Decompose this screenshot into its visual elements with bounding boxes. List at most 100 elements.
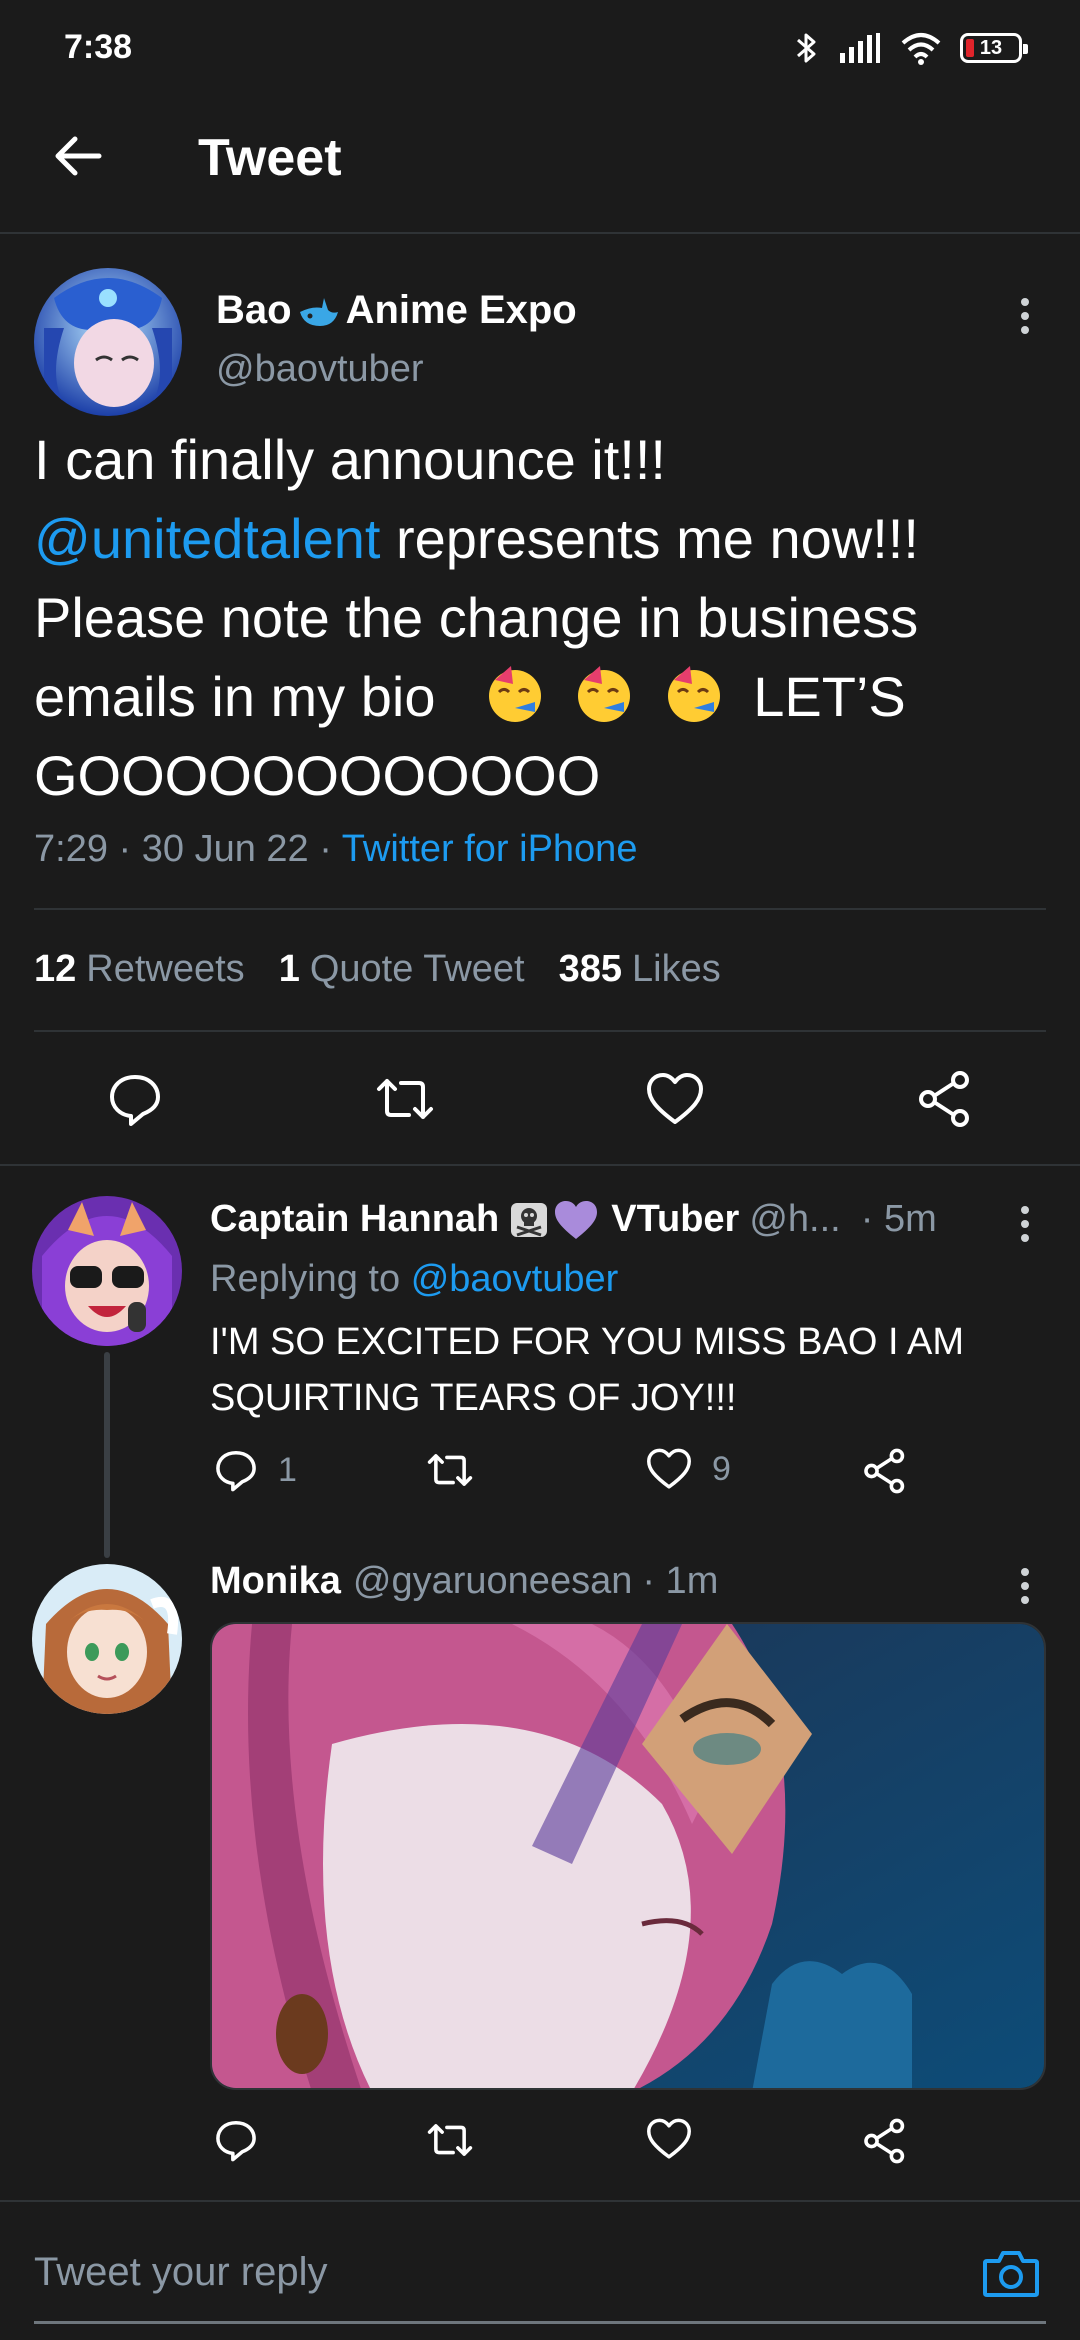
share-icon [864, 2118, 905, 2164]
reply-author-handle[interactable]: @h... [749, 1198, 840, 1241]
reply-avatar[interactable] [32, 1196, 182, 1346]
reply-input-underline [34, 2321, 1046, 2324]
reply-like-button[interactable]: 9 [646, 1448, 731, 1490]
quotes-stat[interactable]: 1 Quote Tweet [279, 948, 525, 991]
reply-avatar-image [32, 1196, 182, 1346]
reply-retweet-button[interactable] [426, 1448, 474, 1492]
camera-button[interactable] [978, 2240, 1044, 2306]
wifi-icon [901, 33, 941, 65]
anime-meme-image [212, 1624, 1044, 2088]
heart-icon [647, 1073, 703, 1124]
tweet-line-1: I can finally announce it!!! [34, 428, 666, 491]
thread-line [104, 1352, 110, 1558]
tweet-line-4-text: emails in my bio [34, 665, 436, 728]
likes-label: Likes [632, 948, 721, 990]
purple-heart-icon [555, 1200, 598, 1239]
reply-text: I'M SO EXCITED FOR YOU MISS BAO I AM SQU… [210, 1314, 1030, 1426]
retweet-button[interactable] [370, 1064, 440, 1134]
tweet-source-link[interactable]: Twitter for iPhone [342, 828, 638, 870]
reply-reply-button[interactable]: 1 [214, 1448, 297, 1492]
mention-link[interactable]: @unitedtalent [34, 507, 380, 570]
share-icon [919, 1071, 969, 1127]
more-options-button[interactable] [1005, 286, 1045, 346]
reply-author-name[interactable]: Monika [210, 1560, 341, 1603]
reply-reply-button[interactable] [214, 2118, 258, 2162]
author-name-suffix: Anime Expo [345, 288, 577, 332]
reply-header: Monika @gyaruoneesan · 1m [210, 1560, 718, 1603]
reply-time: · 1m [642, 1560, 719, 1602]
reply-author-suffix: VTuber [611, 1198, 740, 1240]
tweet-line-2: @unitedtalent represents me now!!! [34, 499, 1044, 578]
partying-face-emoji-icon [667, 666, 720, 722]
reply-button[interactable] [100, 1064, 170, 1134]
reply-author-name[interactable]: Captain Hannah [210, 1198, 499, 1241]
reply-actions: 1 9 [210, 1448, 930, 1508]
retweets-stat[interactable]: 12 Retweets [34, 948, 245, 991]
reply-icon [216, 2120, 256, 2162]
author-avatar-image [34, 268, 182, 416]
bluetooth-icon [797, 33, 816, 63]
top-bar: Tweet [0, 100, 1080, 234]
skull-crossbones-icon [511, 1202, 548, 1237]
reply-more-button[interactable] [1005, 1556, 1045, 1616]
battery-icon: 13 [960, 33, 1028, 63]
partying-face-emoji-icon [488, 666, 541, 722]
status-time: 7:38 [64, 28, 133, 66]
tweet-line-5: GOOOOOOOOOOOO [34, 744, 601, 807]
page-title: Tweet [198, 129, 342, 187]
likes-stat[interactable]: 385 Likes [559, 948, 721, 991]
tweet-line-3: Please note the change in business [34, 586, 919, 649]
replying-to-label: Replying to [210, 1258, 401, 1300]
more-dot-icon [1021, 1568, 1029, 1576]
divider [34, 1030, 1046, 1032]
reply-avatar-image [32, 1564, 182, 1714]
reply-author-handle[interactable]: @gyaruoneesan [353, 1560, 632, 1603]
reply-like-count: 9 [712, 1449, 731, 1488]
share-icon [864, 1448, 905, 1494]
tweet-time: 7:29 [34, 828, 108, 870]
reply-header: Captain Hannah VTuber @h... · 5m [210, 1198, 937, 1241]
replying-to: Replying to @baovtuber [210, 1258, 618, 1301]
whale-emoji-icon [299, 297, 338, 326]
status-bar: 7:38 13 [0, 0, 1080, 100]
reply-like-button[interactable] [646, 2118, 692, 2160]
author-handle[interactable]: @baovtuber [216, 348, 424, 391]
retweets-count: 12 [34, 948, 77, 990]
back-button[interactable] [46, 124, 110, 188]
retweet-icon [427, 1454, 473, 1486]
quotes-label: Quote Tweet [309, 948, 525, 990]
reply-text-line-2: SQUIRTING TEARS OF JOY!!! [210, 1377, 737, 1419]
back-arrow-icon [55, 136, 102, 176]
divider [0, 1164, 1080, 1166]
reply-share-button[interactable] [862, 2118, 908, 2164]
replying-to-link[interactable]: @baovtuber [411, 1258, 619, 1300]
likes-count: 385 [558, 948, 623, 990]
reply-media-image[interactable] [210, 1622, 1046, 2090]
tweet-line-4: emails in my bio LET’S [34, 657, 1044, 736]
reply-actions [210, 2118, 930, 2178]
reply-avatar[interactable] [32, 1564, 182, 1714]
reply-icon [110, 1075, 160, 1126]
reply-share-button[interactable] [862, 1448, 908, 1494]
author-avatar[interactable] [34, 268, 182, 416]
tweet-date: 30 Jun 22 [141, 828, 309, 870]
partying-face-emoji-icon [578, 666, 631, 722]
reply-retweet-button[interactable] [426, 2118, 474, 2162]
retweets-label: Retweets [86, 948, 245, 990]
reply-more-button[interactable] [1005, 1194, 1045, 1254]
heart-icon [647, 1448, 691, 1489]
like-button[interactable] [640, 1064, 710, 1134]
reply-icon [216, 1450, 256, 1492]
more-dot-icon [1021, 1206, 1029, 1214]
divider [34, 908, 1046, 910]
reply-composer [0, 2200, 1080, 2340]
tweet-line-4-after: LET’S [753, 665, 906, 728]
share-button[interactable] [910, 1064, 980, 1134]
reply-input[interactable] [34, 2242, 934, 2302]
battery-level: 13 [979, 36, 1003, 59]
more-dot-icon [1021, 298, 1029, 306]
tweet-line-2-text: represents me now!!! [380, 507, 919, 570]
reply-text-line-1: I'M SO EXCITED FOR YOU MISS BAO I AM [210, 1321, 965, 1363]
heart-icon [647, 2118, 691, 2159]
author-name[interactable]: Bao Anime Expo [216, 288, 577, 333]
